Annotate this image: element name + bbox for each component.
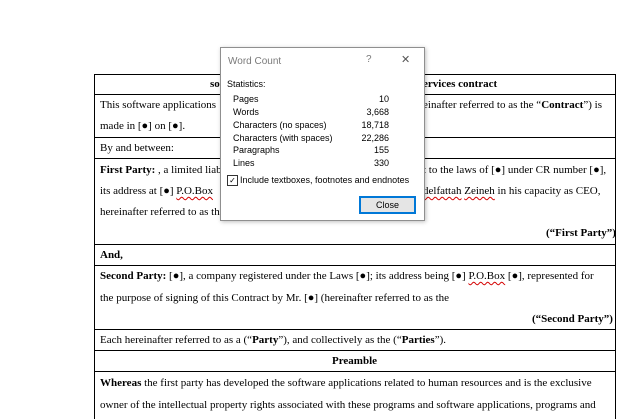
row1-right: einafter referred to as the “Contract”) …: [423, 99, 602, 111]
row3-left: First Party: , a limited liabi: [100, 164, 225, 176]
stat-value: 22,286: [361, 133, 389, 143]
include-textboxes-checkbox[interactable]: ✓: [227, 175, 238, 186]
row6-text: Each hereinafter referred to as a (“Part…: [100, 334, 446, 346]
first-party-label: (“First Party”): [546, 227, 616, 239]
row8-line1: Whereas the first party has developed th…: [100, 377, 592, 389]
row3-right: t to the laws of [●] under CR number [●]…: [423, 164, 607, 176]
include-textboxes-label[interactable]: Include textboxes, footnotes and endnote…: [240, 175, 409, 185]
stat-value: 3,668: [366, 107, 389, 117]
table-line: [94, 329, 616, 330]
word-count-dialog: Word Count ? ✕ Statistics: Pages 10 Word…: [220, 47, 425, 221]
stat-row-paragraphs: Paragraphs 155: [233, 145, 389, 157]
stat-value: 330: [373, 158, 389, 168]
doc-title-left: so: [210, 78, 220, 90]
stat-label: Words: [233, 107, 259, 117]
stat-label: Pages: [233, 94, 259, 104]
table-border-right: [615, 74, 616, 419]
stat-value: 10: [378, 94, 389, 104]
doc-title-right: ervices contract: [423, 78, 498, 90]
stat-row-characters-no-spaces: Characters (no spaces) 18,718: [233, 120, 389, 132]
preamble-heading: Preamble: [332, 355, 378, 367]
stat-row-lines: Lines 330: [233, 158, 389, 170]
row1-left: This software applications: [100, 99, 217, 111]
table-line: [94, 350, 616, 351]
stat-label: Characters (no spaces): [233, 120, 327, 130]
stat-value: 155: [373, 145, 389, 155]
dialog-title: Word Count: [228, 56, 282, 67]
table-line: [94, 371, 616, 372]
close-icon[interactable]: ✕: [401, 53, 410, 66]
row3-line3: hereinafter referred to as th: [100, 206, 220, 218]
row2-text: By and between:: [100, 142, 174, 154]
stat-label: Paragraphs: [233, 145, 280, 155]
row3-line2-right: delfattah Zeineh in his capacity as CEO,: [423, 185, 601, 197]
row4-text: And,: [100, 249, 123, 261]
table-border-left: [94, 74, 95, 419]
second-party-label: (“Second Party”): [532, 313, 613, 325]
table-line: [94, 265, 616, 266]
stat-label: Characters (with spaces): [233, 133, 333, 143]
stat-label: Lines: [233, 158, 255, 168]
row5-line2: the purpose of signing of this Contract …: [100, 292, 450, 304]
row8-line2: owner of the intellectual property right…: [100, 399, 596, 411]
table-line: [94, 244, 616, 245]
row5-line1: Second Party: [●], a company registered …: [100, 270, 594, 282]
help-button[interactable]: ?: [366, 54, 372, 65]
stat-row-words: Words 3,668: [233, 107, 389, 119]
close-button[interactable]: Close: [359, 196, 416, 214]
row3-line2-left: its address at [●] P.O.Box: [100, 185, 213, 197]
row1-line2: made in [●] on [●].: [100, 120, 186, 132]
stat-row-pages: Pages 10: [233, 94, 389, 106]
statistics-label: Statistics:: [227, 79, 266, 89]
stat-value: 18,718: [361, 120, 389, 130]
stat-row-characters-with-spaces: Characters (with spaces) 22,286: [233, 133, 389, 145]
